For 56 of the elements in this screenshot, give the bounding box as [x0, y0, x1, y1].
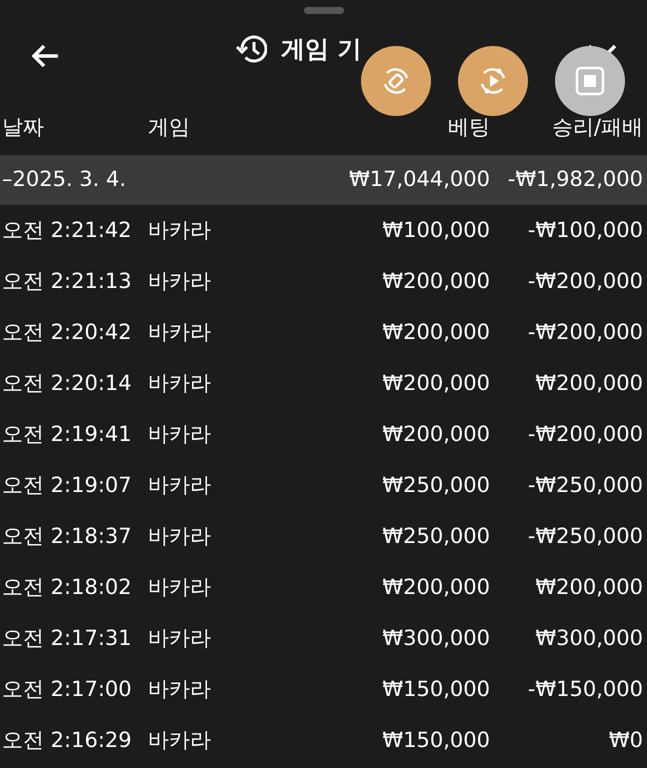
column-header: 베팅: [448, 115, 490, 140]
table-cell: 바카라: [148, 320, 211, 344]
stop-icon: [575, 66, 605, 96]
table-cell: ₩250,000: [382, 524, 490, 548]
column-header: 날짜: [2, 115, 44, 140]
table-cell: 오전 2:18:37: [2, 524, 132, 548]
table-cell: -₩200,000: [528, 268, 643, 293]
table-cell: 바카라: [148, 472, 211, 497]
table-cell: 오전 2:20:42: [2, 320, 132, 344]
table-cell: 바카라: [148, 370, 211, 395]
table-cell: 오전 2:21:42: [2, 218, 132, 242]
back-arrow-icon[interactable]: [30, 43, 60, 69]
table-cell: 오전 2:17:00: [2, 676, 132, 701]
table-cell: ₩300,000: [382, 626, 490, 650]
table-cell: ₩200,000: [382, 370, 490, 395]
table-cell: -₩100,000: [528, 218, 643, 242]
table-cell: 오전 2:18:02: [2, 574, 132, 599]
table-cell: 바카라: [148, 422, 211, 446]
history-icon: [235, 34, 267, 64]
group-date: –2025. 3. 4.: [2, 167, 126, 192]
table-cell: ₩200,000: [382, 320, 490, 344]
table-cell: ₩250,000: [382, 472, 490, 497]
table-cell: ₩200,000: [535, 370, 643, 395]
column-header: 게임: [148, 115, 190, 140]
table-cell: -₩150,000: [528, 676, 643, 701]
table-cell: ₩150,000: [382, 728, 490, 752]
table-cell: 바카라: [148, 574, 211, 599]
table-cell: 오전 2:17:31: [2, 626, 132, 650]
table-cell: 오전 2:16:29: [2, 728, 132, 752]
table-cell: ₩100,000: [382, 218, 490, 242]
table-cell: 바카라: [148, 268, 211, 293]
table-cell: 바카라: [148, 218, 211, 242]
window-title: 게임 기: [281, 34, 362, 64]
table-cell: ₩200,000: [382, 574, 490, 599]
table-cell: ₩200,000: [535, 574, 643, 599]
drag-handle[interactable]: [304, 7, 344, 14]
table-cell: -₩250,000: [528, 524, 643, 548]
table-cell: -₩200,000: [528, 422, 643, 446]
table-cell: 오전 2:19:07: [2, 472, 132, 497]
table-cell: 오전 2:20:14: [2, 370, 132, 395]
table-cell: -₩200,000: [528, 320, 643, 344]
table-cell: -₩250,000: [528, 472, 643, 497]
table-cell: 오전 2:19:41: [2, 422, 132, 446]
table-cell: ₩200,000: [382, 422, 490, 446]
table-cell: 바카라: [148, 676, 211, 701]
table-cell: ₩0: [608, 728, 643, 752]
group-total-bet: ₩17,044,000: [348, 167, 490, 192]
table-cell: ₩150,000: [382, 676, 490, 701]
table-cell: 바카라: [148, 728, 211, 752]
table-cell: 오전 2:21:13: [2, 268, 132, 293]
group-total-result: -₩1,982,000: [508, 167, 643, 192]
table-cell: 바카라: [148, 626, 211, 650]
table-cell: 바카라: [148, 524, 211, 548]
table-cell: ₩300,000: [535, 626, 643, 650]
table-cell: ₩200,000: [382, 268, 490, 293]
column-header: 승리/패배: [552, 115, 643, 140]
